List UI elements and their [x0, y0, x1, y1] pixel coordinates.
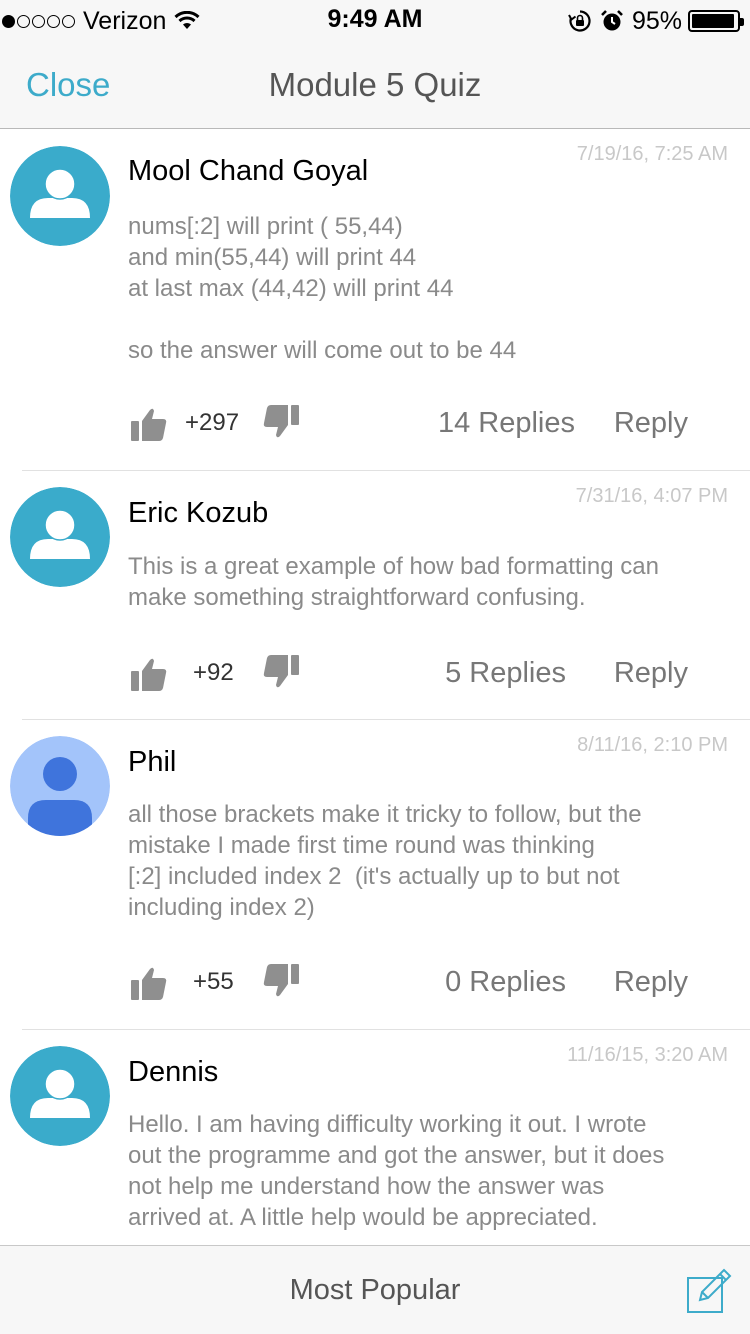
- comment-text: This is a great example of how bad forma…: [128, 553, 659, 611]
- comment-date: 8/11/16, 2:10 PM: [577, 734, 728, 756]
- nav-bar: Close Module 5 Quiz: [0, 40, 750, 129]
- vote-score: +55: [193, 968, 234, 995]
- reply-button[interactable]: Reply: [614, 407, 688, 440]
- comment-author[interactable]: Eric Kozub: [128, 497, 268, 530]
- avatar[interactable]: [10, 1046, 110, 1146]
- comment-actions: +55 0 Replies Reply: [0, 960, 750, 1010]
- replies-link[interactable]: 14 Replies: [438, 407, 575, 440]
- compose-icon[interactable]: [686, 1268, 734, 1314]
- status-bar: Verizon 9:49 AM 95%: [0, 0, 750, 40]
- thumbs-up-icon[interactable]: [130, 966, 168, 1002]
- reply-button[interactable]: Reply: [614, 966, 688, 999]
- comment-text: Hello. I am having difficulty working it…: [128, 1111, 665, 1231]
- comment-item: Phil 8/11/16, 2:10 PM all those brackets…: [0, 720, 750, 1030]
- comment-author[interactable]: Dennis: [128, 1056, 218, 1089]
- user-avatar-icon: [10, 487, 110, 587]
- user-avatar-icon: [10, 736, 110, 836]
- page-title: Module 5 Quiz: [268, 66, 482, 103]
- avatar[interactable]: [10, 736, 110, 836]
- battery-percent: 95%: [631, 6, 682, 35]
- comment-date: 7/19/16, 7:25 AM: [576, 143, 728, 165]
- vote-score: +297: [185, 409, 240, 436]
- thumbs-down-icon[interactable]: [262, 962, 300, 998]
- thumbs-down-icon[interactable]: [262, 653, 300, 689]
- comment-text: nums[:2] will print ( 55,44) and min(55,…: [128, 213, 517, 364]
- comment-item: Eric Kozub 7/31/16, 4:07 PM This is a gr…: [0, 471, 750, 720]
- comment-item: Mool Chand Goyal 7/19/16, 7:25 AM nums[:…: [0, 129, 750, 471]
- replies-link[interactable]: 0 Replies: [445, 966, 566, 999]
- battery-icon: [688, 10, 744, 32]
- vote-score: +92: [193, 659, 234, 686]
- comment-actions: +92 5 Replies Reply: [0, 651, 750, 701]
- comment-actions: +297 14 Replies Reply: [0, 401, 750, 451]
- comment-author[interactable]: Mool Chand Goyal: [128, 155, 368, 188]
- thumbs-up-icon[interactable]: [130, 407, 168, 443]
- replies-link[interactable]: 5 Replies: [445, 657, 566, 690]
- avatar[interactable]: [10, 146, 110, 246]
- thumbs-up-icon[interactable]: [130, 657, 168, 693]
- comment-date: 11/16/15, 3:20 AM: [567, 1044, 728, 1066]
- alarm-icon: [601, 10, 623, 31]
- bottom-bar: Most Popular: [0, 1245, 750, 1334]
- sort-selector[interactable]: Most Popular: [0, 1274, 750, 1307]
- thumbs-down-icon[interactable]: [262, 403, 300, 439]
- comment-item: Dennis 11/16/15, 3:20 AM Hello. I am hav…: [0, 1030, 750, 1245]
- user-avatar-icon: [10, 1046, 110, 1146]
- user-avatar-icon: [10, 146, 110, 246]
- comment-text: all those brackets make it tricky to fol…: [128, 801, 642, 921]
- rotation-lock-icon: [568, 10, 591, 32]
- reply-button[interactable]: Reply: [614, 657, 688, 690]
- avatar[interactable]: [10, 487, 110, 587]
- status-right-group: 95%: [568, 6, 744, 36]
- comment-date: 7/31/16, 4:07 PM: [575, 485, 728, 507]
- comment-author[interactable]: Phil: [128, 746, 176, 779]
